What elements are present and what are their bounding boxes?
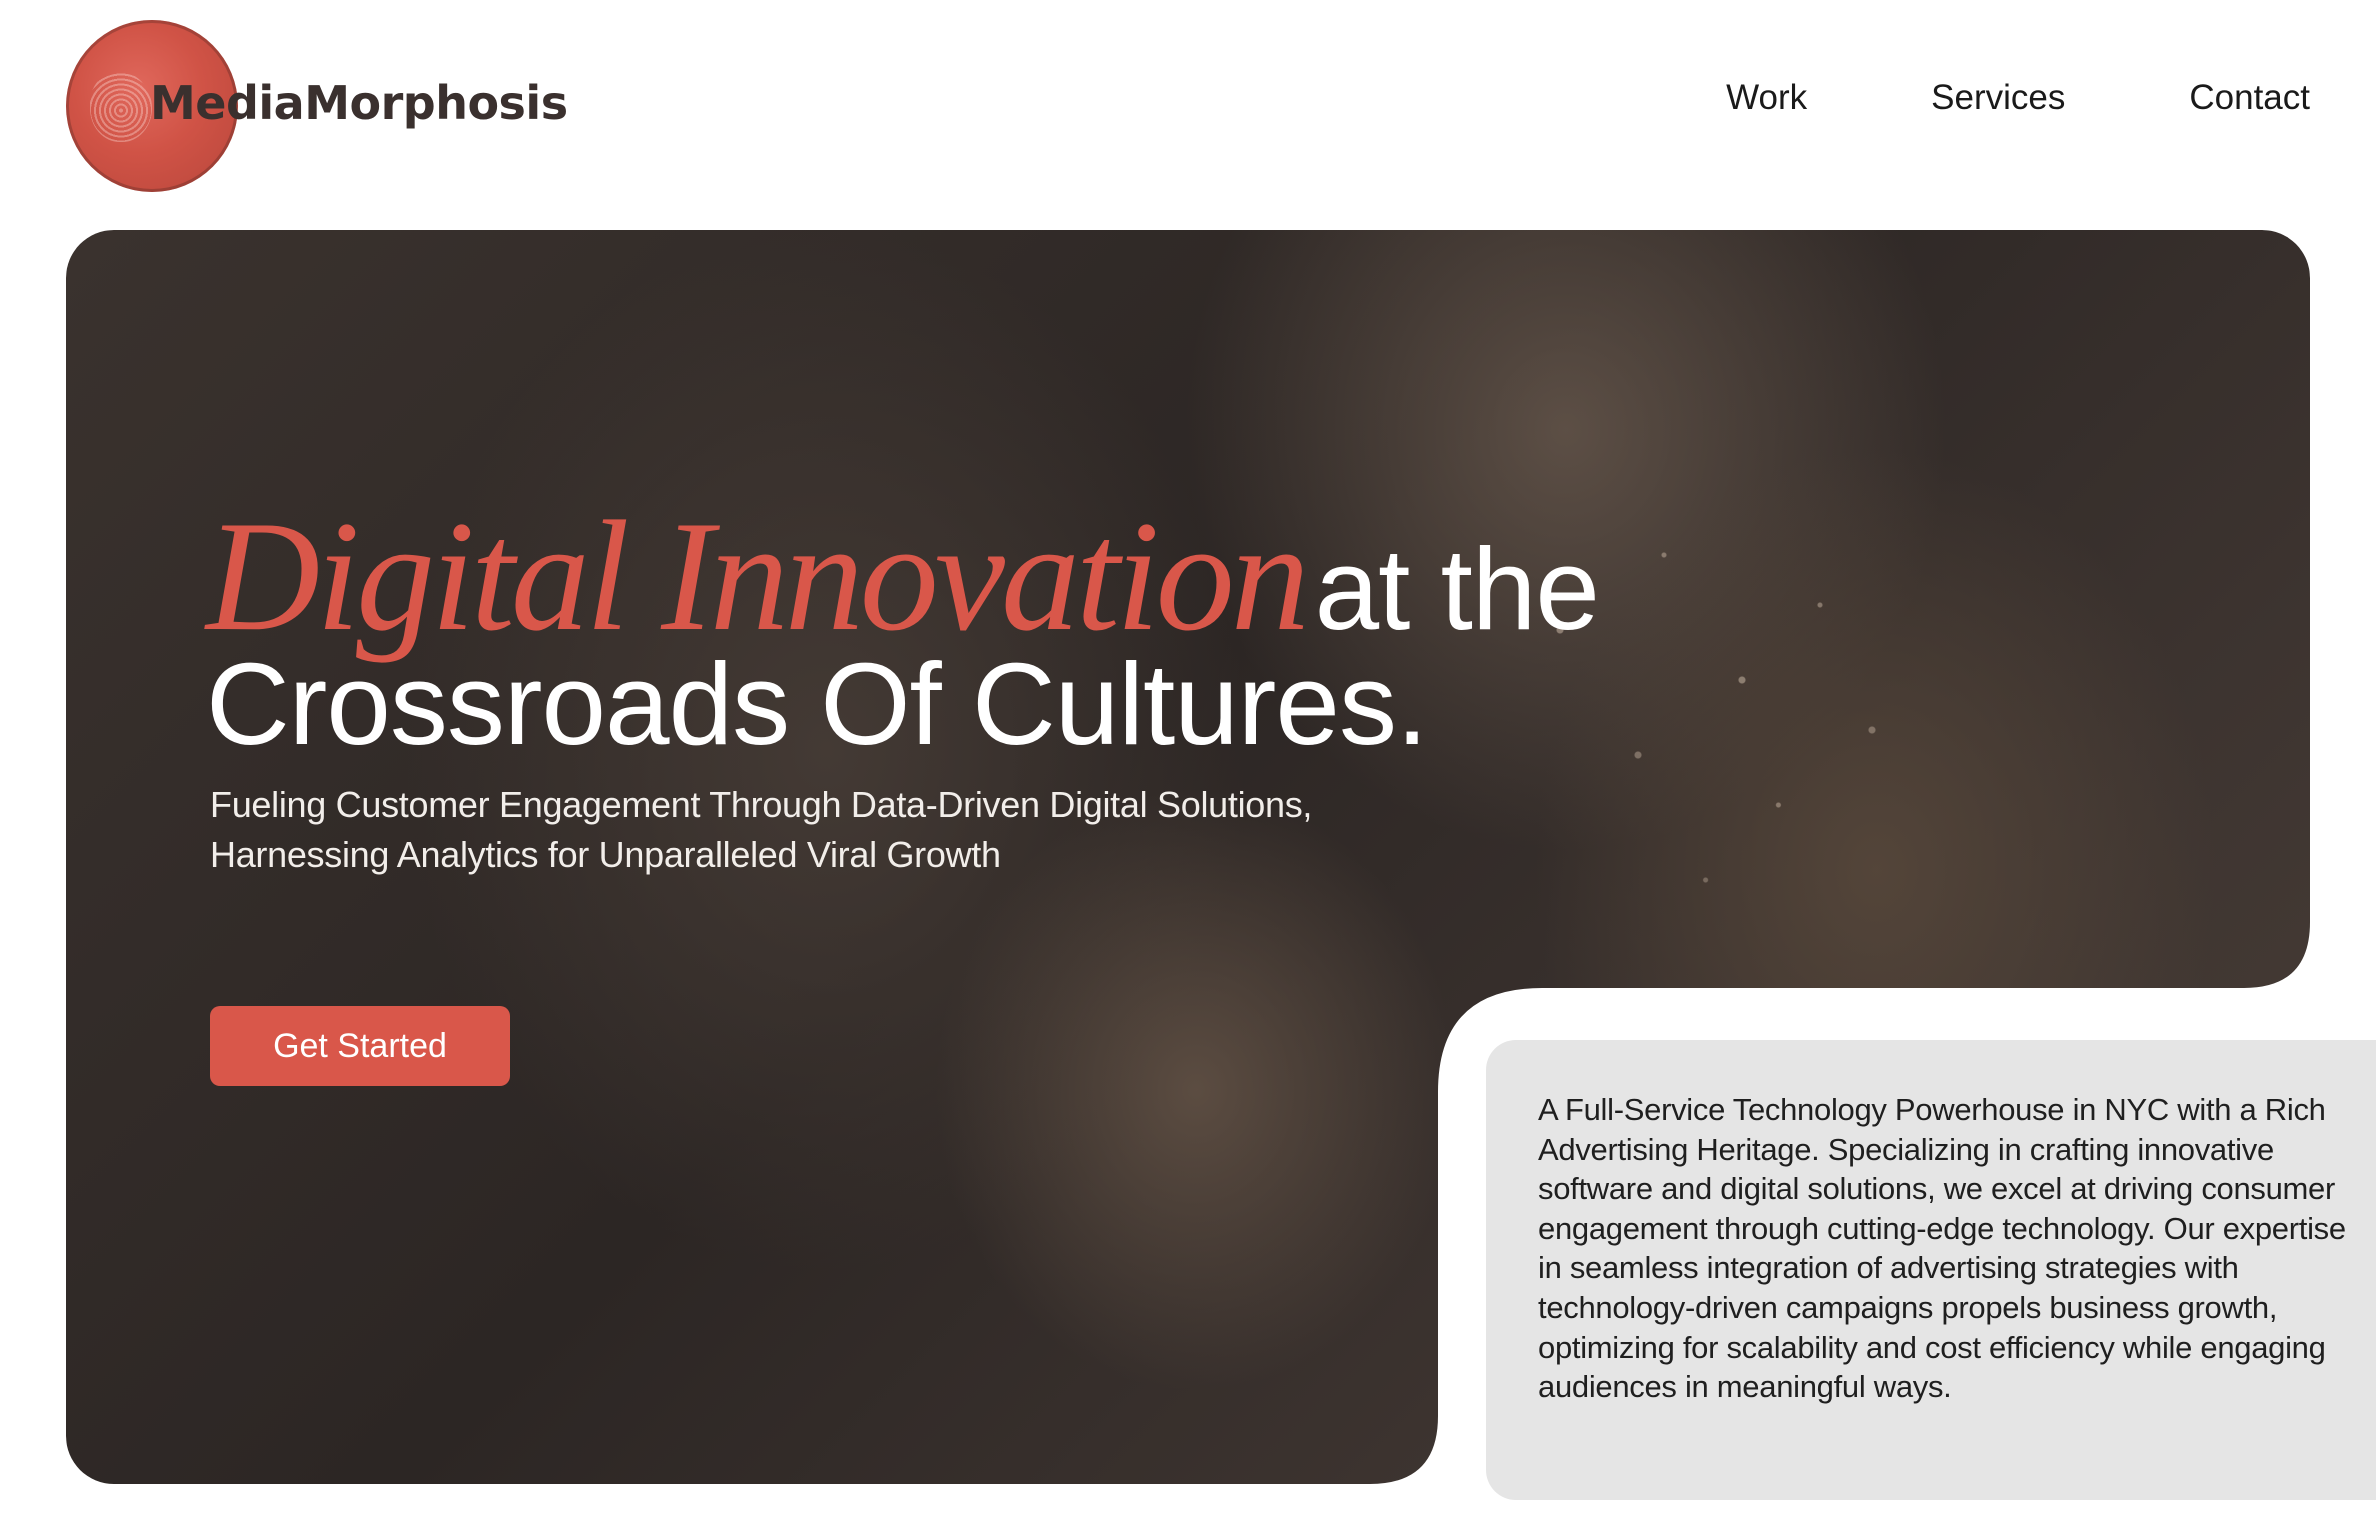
headline-rest: at the xyxy=(1314,524,1599,654)
headline-line2: Crossroads Of Cultures. xyxy=(206,639,1428,769)
nav-link-services[interactable]: Services xyxy=(1931,78,2065,118)
info-card: A Full-Service Technology Powerhouse in … xyxy=(1486,1040,2376,1500)
main-nav: Work Services Contact xyxy=(1726,78,2310,118)
get-started-button[interactable]: Get Started xyxy=(210,1006,510,1086)
hero-headline: Digital Innovation at the Crossroads Of … xyxy=(206,498,1599,762)
nav-link-contact[interactable]: Contact xyxy=(2189,78,2310,118)
info-text: A Full-Service Technology Powerhouse in … xyxy=(1538,1092,2346,1405)
hero-subheadline: Fueling Customer Engagement Through Data… xyxy=(210,784,1313,875)
headline-accent: Digital Innovation xyxy=(206,489,1306,664)
logo-link[interactable]: MediaMorphosis xyxy=(66,20,586,192)
brand-name: MediaMorphosis xyxy=(150,76,568,130)
nav-link-work[interactable]: Work xyxy=(1726,78,1807,118)
